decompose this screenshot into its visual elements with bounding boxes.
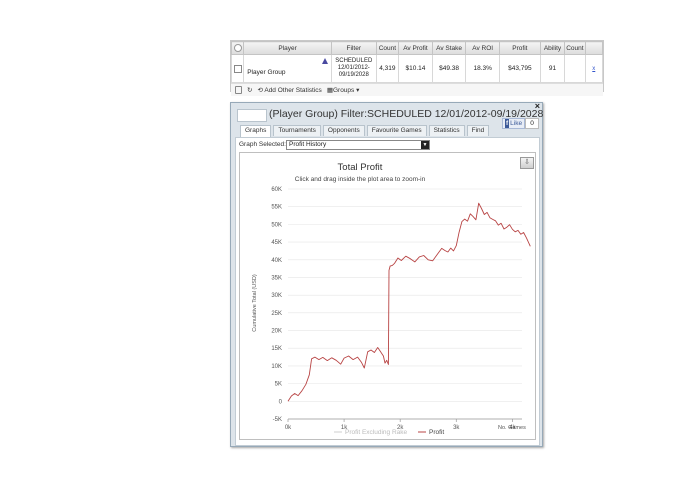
chart-legend: Profit Excluding Rake Profit — [334, 429, 444, 436]
col-header-extra — [584, 41, 604, 55]
y-tick-label: 25K — [271, 311, 282, 317]
tab-tournaments[interactable]: Tournaments — [273, 125, 321, 136]
x-tick-label: 0k — [285, 425, 292, 431]
expand-cell: x — [584, 54, 604, 83]
groups-label: Groups ▾ — [332, 87, 360, 94]
refresh-icon[interactable]: ↻ — [247, 86, 252, 94]
legend-excluding-rake[interactable]: Profit Excluding Rake — [345, 429, 408, 436]
chart-subtitle: Click and drag inside the plot area to z… — [295, 176, 426, 183]
y-tick-label: 60K — [271, 187, 282, 193]
col-header-av-stake[interactable]: Av Stake — [431, 41, 467, 55]
tab-find[interactable]: Find — [466, 125, 490, 136]
filter-line-2: 12/01/2012- — [337, 65, 370, 71]
y-tick-label: 30K — [271, 293, 282, 299]
col-header-av-profit[interactable]: Av Profit — [398, 41, 433, 55]
delete-icon[interactable] — [235, 86, 242, 94]
y-tick-label: -5K — [273, 417, 282, 423]
y-tick-label: 50K — [271, 222, 282, 228]
table-row: Player Group SCHEDULED 12/01/2012- 09/19… — [230, 54, 604, 83]
tab-statistics[interactable]: Statistics — [428, 125, 465, 136]
stats-table: Player Filter Count Av Profit Av Stake A… — [230, 41, 604, 83]
col-header-ability[interactable]: Ability — [539, 41, 566, 55]
y-axis-label: Cumulative Total (USD) — [252, 274, 258, 332]
facebook-like-label: Like — [510, 120, 523, 127]
series-line-profit[interactable] — [287, 202, 531, 402]
y-tick-label: 20K — [271, 329, 282, 335]
add-stats-label: Add Other Statistics — [264, 87, 322, 94]
close-icon[interactable]: × — [535, 101, 540, 111]
tab-graphs[interactable]: Graphs — [240, 125, 272, 137]
select-all-radio[interactable] — [230, 41, 245, 55]
player-name: Player Group — [247, 69, 286, 76]
stats-footer: ↻ ⟲ Add Other Statistics ▦Groups ▾ — [231, 83, 603, 96]
tab-favourite-games[interactable]: Favourite Games — [366, 125, 427, 136]
profit-cell: $43,795 — [499, 54, 541, 83]
window-titlebar[interactable]: (Player Group) Filter:SCHEDULED 12/01/20… — [231, 101, 543, 125]
ability-cell: 91 — [539, 54, 566, 83]
player-cell[interactable]: Player Group — [243, 54, 332, 83]
graphs-panel: Graph Selected: Profit History ▼ ⇩ Total… — [235, 137, 540, 446]
filter-line-1: SCHEDULED — [335, 58, 373, 64]
stats-table-panel: Player Filter Count Av Profit Av Stake A… — [230, 40, 604, 96]
col-header-profit[interactable]: Profit — [499, 41, 541, 55]
tab-opponents[interactable]: Opponents — [322, 125, 365, 136]
profit-chart[interactable]: Total Profit Click and drag inside the p… — [240, 153, 535, 439]
col-header-av-roi[interactable]: Av ROI — [465, 41, 500, 55]
y-tick-label: 40K — [271, 258, 282, 264]
y-tick-label: 5K — [275, 382, 282, 388]
y-tick-label: 55K — [271, 205, 282, 211]
col-header-count-2[interactable]: Count — [564, 41, 586, 55]
col-header-player[interactable]: Player — [243, 41, 332, 55]
col-header-filter[interactable]: Filter — [330, 41, 377, 55]
av-roi-cell: 18.3% — [465, 54, 500, 83]
y-tick-label: 45K — [271, 240, 282, 246]
col-header-count[interactable]: Count — [375, 41, 400, 55]
player-graph-window: (Player Group) Filter:SCHEDULED 12/01/20… — [230, 101, 543, 447]
graph-selected-label: Graph Selected: — [239, 141, 286, 148]
y-tick-label: 15K — [271, 346, 282, 352]
filter-cell: SCHEDULED 12/01/2012- 09/19/2028 — [330, 54, 377, 83]
y-tick-label: 0 — [279, 399, 283, 405]
legend-profit[interactable]: Profit — [429, 429, 444, 436]
filter-line-3: 09/19/2028 — [338, 72, 369, 78]
add-stats-link[interactable]: ⟲ Add Other Statistics — [257, 86, 321, 94]
window-tabs: Graphs Tournaments Opponents Favourite G… — [240, 125, 490, 137]
x-tick-label: 4k — [509, 425, 516, 431]
y-tick-label: 10K — [271, 364, 282, 370]
profit-chart-container: ⇩ Total Profit Click and drag inside the… — [239, 152, 536, 440]
graph-select[interactable]: Profit History ▼ — [286, 140, 430, 150]
av-profit-cell: $10.14 — [398, 54, 433, 83]
y-tick-label: 35K — [271, 275, 282, 281]
row-checkbox[interactable] — [230, 54, 245, 83]
player-group-icon — [321, 58, 328, 64]
facebook-like-count: 0 — [525, 118, 539, 129]
count-cell: 4,319 — [375, 54, 400, 83]
graph-select-value: Profit History — [289, 141, 327, 148]
chart-title: Total Profit — [338, 162, 383, 173]
av-stake-cell: $49.38 — [431, 54, 467, 83]
x-tick-label: 3k — [453, 425, 460, 431]
stats-header-row: Player Filter Count Av Profit Av Stake A… — [230, 41, 604, 55]
count-2-cell — [564, 54, 586, 83]
groups-menu[interactable]: ▦Groups ▾ — [327, 86, 360, 94]
facebook-icon: f — [505, 119, 510, 128]
title-color-swatch — [237, 109, 267, 122]
facebook-like-button[interactable]: f Like — [502, 118, 526, 129]
expand-link[interactable]: x — [592, 66, 595, 72]
chevron-down-icon[interactable]: ▼ — [421, 141, 429, 149]
